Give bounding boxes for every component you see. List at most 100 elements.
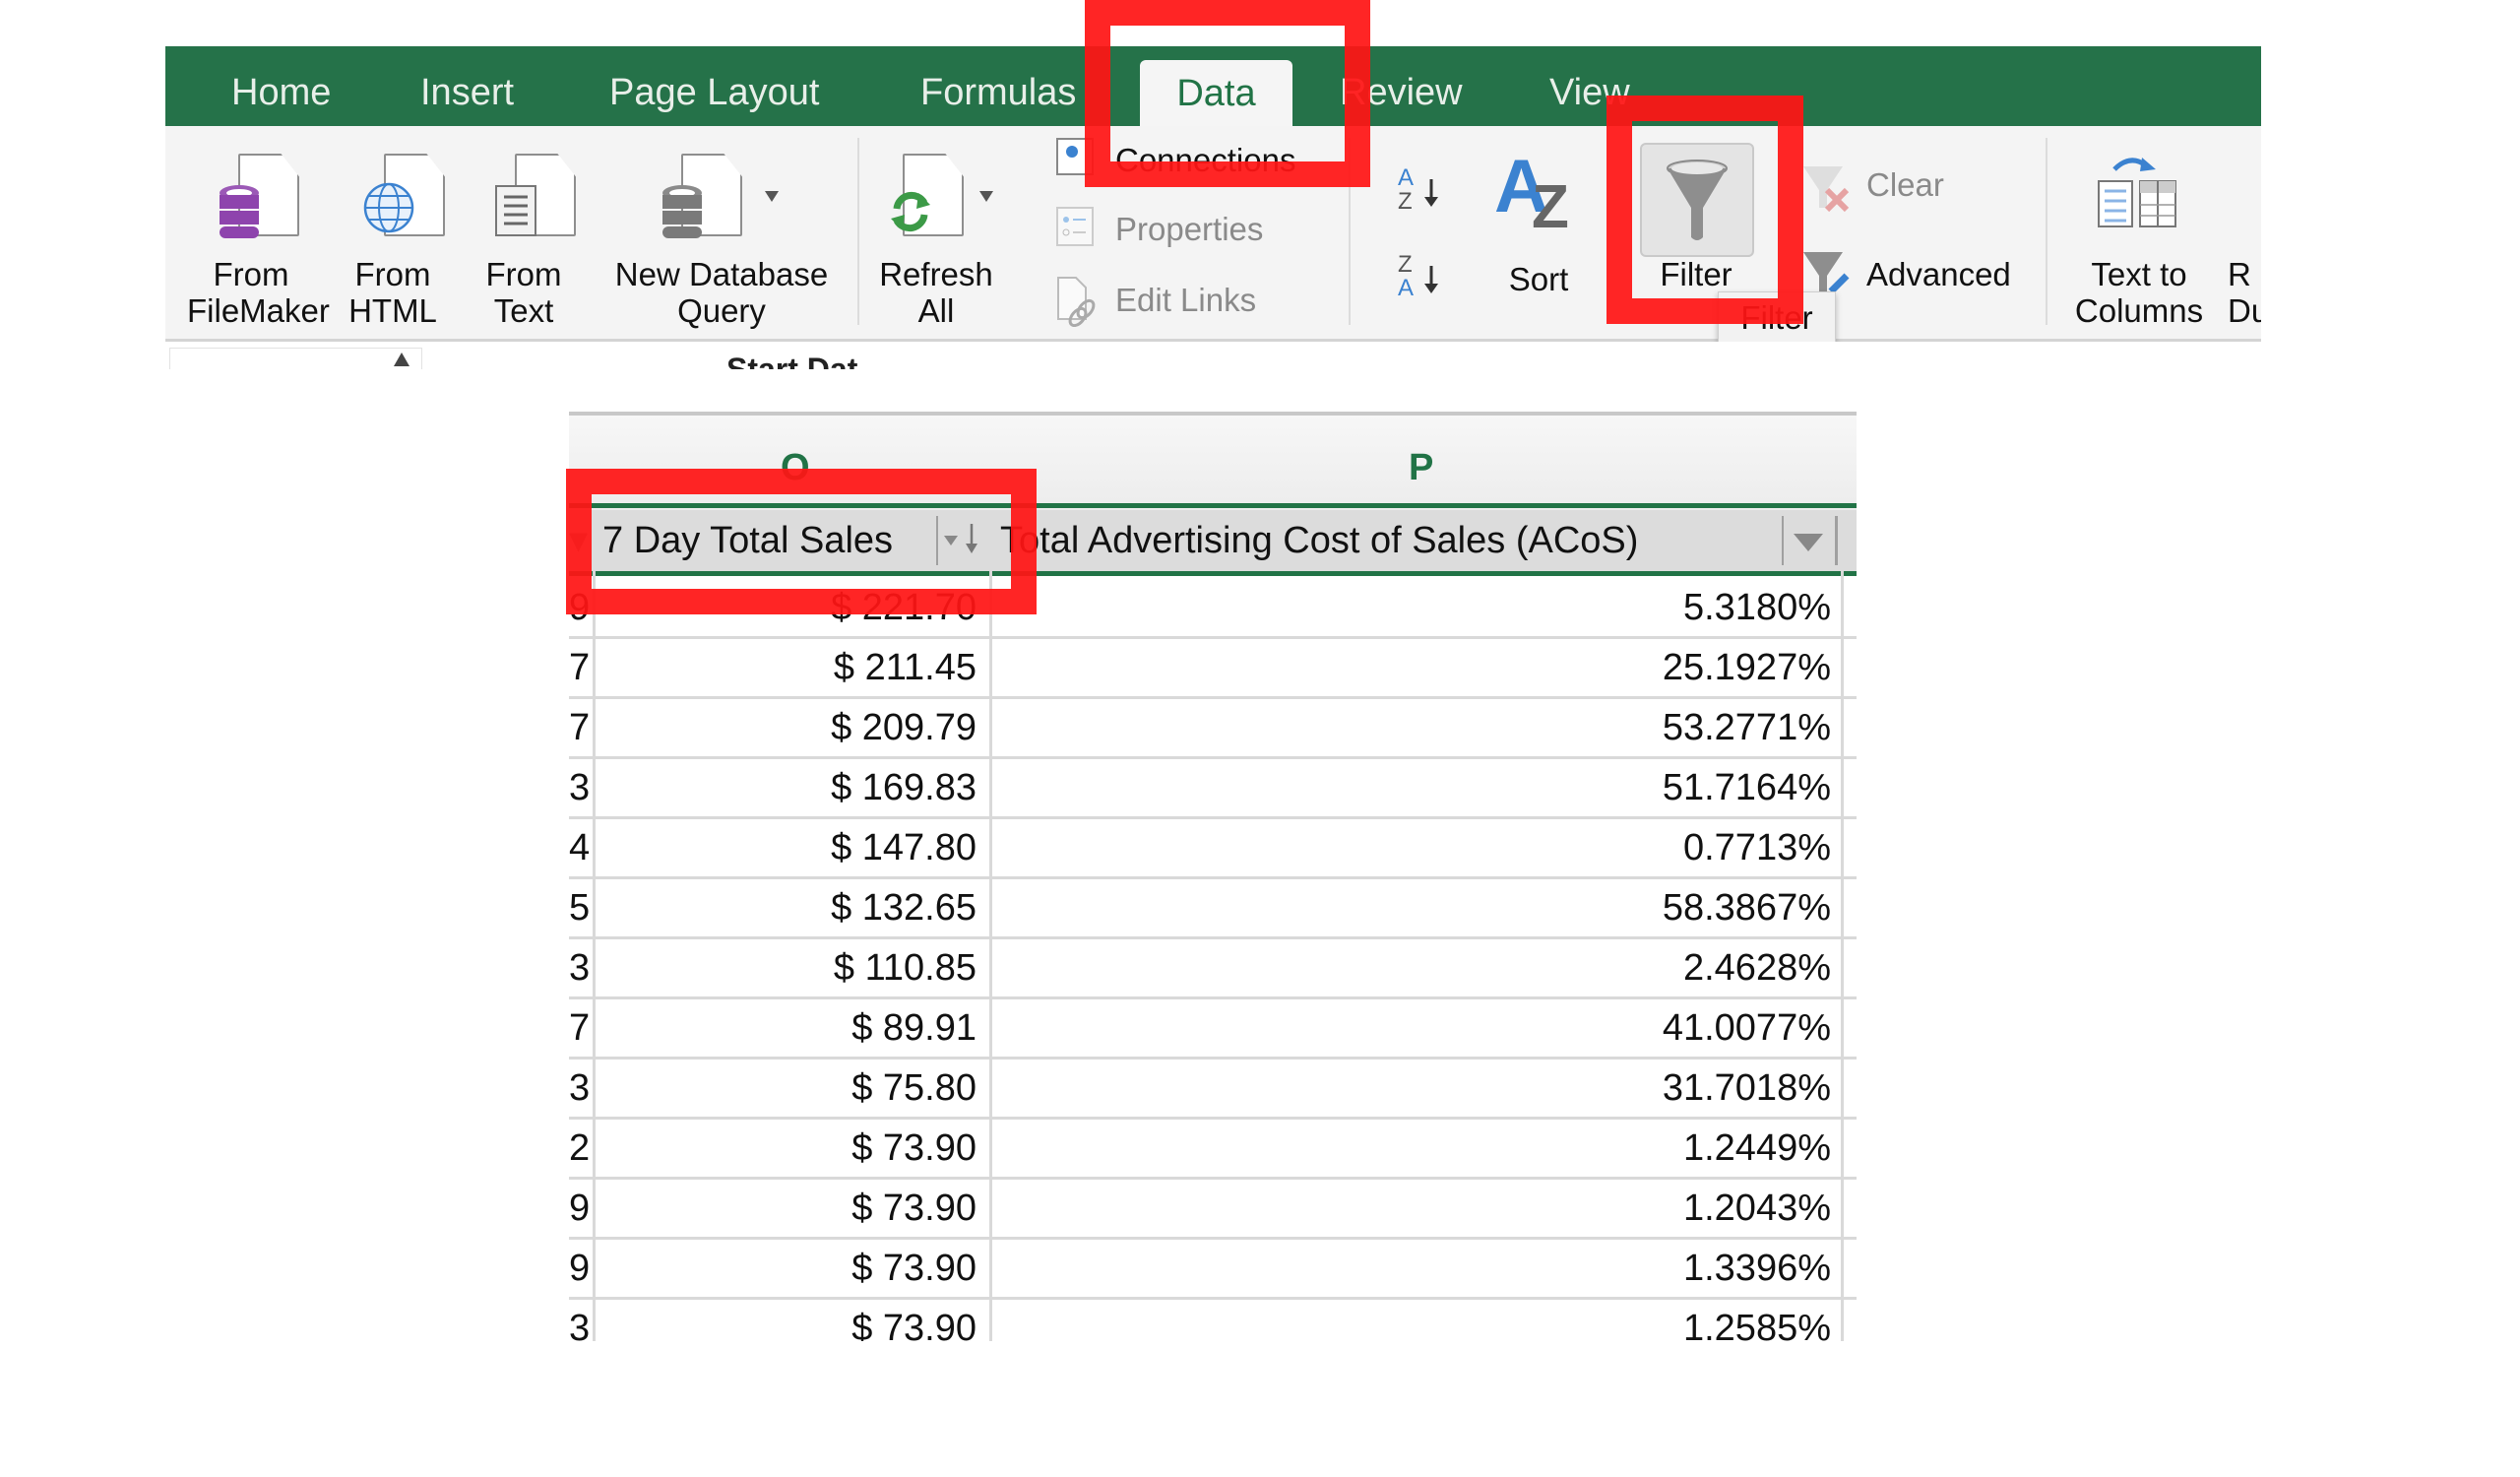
cell-7-day-total-sales[interactable]: $ 132.65 bbox=[598, 876, 976, 936]
table-row: 3 $ 110.85 2.4628% bbox=[569, 936, 1857, 999]
cell-partial-left[interactable]: 7 bbox=[569, 696, 591, 756]
cell-partial-left[interactable]: 4 bbox=[569, 816, 591, 876]
text-to-columns-label-1: Text to bbox=[2091, 256, 2187, 292]
from-text-label-1: From bbox=[485, 256, 562, 292]
cell-acos[interactable]: 41.0077% bbox=[994, 996, 1831, 1057]
header-acos[interactable]: Total Advertising Cost of Sales (ACoS) bbox=[1000, 510, 1670, 571]
edit-links-button: Edit Links bbox=[1056, 276, 1450, 327]
cell-acos[interactable]: 25.1927% bbox=[994, 636, 1831, 696]
cell-acos[interactable]: 5.3180% bbox=[994, 576, 1831, 636]
cell-partial-left[interactable]: 9 bbox=[569, 576, 591, 636]
cell-partial-left[interactable]: 3 bbox=[569, 1297, 591, 1341]
new-database-query-button[interactable] bbox=[660, 154, 788, 242]
text-to-columns-label-2: Columns bbox=[2074, 292, 2204, 329]
properties-button: Properties bbox=[1056, 207, 1450, 252]
cell-7-day-total-sales[interactable]: $ 169.83 bbox=[598, 756, 976, 816]
from-html-label-1: From bbox=[354, 256, 431, 292]
from-text-button[interactable] bbox=[495, 154, 576, 242]
sort-button[interactable]: A Z Sort bbox=[1494, 151, 1593, 318]
from-html-button[interactable] bbox=[362, 154, 445, 242]
cell-acos[interactable]: 0.7713% bbox=[994, 816, 1831, 876]
table-row: 4 $ 147.80 0.7713% bbox=[569, 816, 1857, 879]
cell-7-day-total-sales[interactable]: $ 73.90 bbox=[598, 1297, 976, 1341]
column-header-o[interactable]: O bbox=[781, 447, 810, 489]
tab-insert[interactable]: Insert bbox=[420, 46, 514, 126]
column-header-p[interactable]: P bbox=[1409, 447, 1433, 489]
cell-7-day-total-sales[interactable]: $ 73.90 bbox=[598, 1117, 976, 1177]
cell-acos[interactable]: 58.3867% bbox=[994, 876, 1831, 936]
cell-partial-left[interactable]: 3 bbox=[569, 936, 591, 996]
cell-7-day-total-sales[interactable]: $ 209.79 bbox=[598, 696, 976, 756]
cell-partial-left[interactable]: 7 bbox=[569, 996, 591, 1057]
filter-label: Filter bbox=[1660, 256, 1732, 292]
cell-partial-left[interactable]: 7 bbox=[569, 636, 591, 696]
sort-descending-filter-button[interactable] bbox=[936, 516, 987, 565]
clear-filter-button: Clear bbox=[1799, 161, 1996, 216]
table-row: 9 $ 73.90 1.3396% bbox=[569, 1237, 1857, 1300]
cell-acos[interactable]: 1.2585% bbox=[994, 1297, 1831, 1341]
cell-acos[interactable]: 31.7018% bbox=[994, 1057, 1831, 1117]
cell-7-day-total-sales[interactable]: $ 221.70 bbox=[598, 576, 976, 636]
ribbon-separator bbox=[857, 138, 859, 325]
text-to-columns-icon bbox=[2098, 158, 2176, 227]
cell-acos[interactable]: 53.2771% bbox=[994, 696, 1831, 756]
header-7-day-total-sales[interactable]: 7 Day Total Sales bbox=[602, 510, 937, 571]
table-row: 3 $ 73.90 1.2585% bbox=[569, 1297, 1857, 1341]
new-database-query-dropdown-arrow[interactable] bbox=[765, 191, 779, 202]
cell-7-day-total-sales[interactable]: $ 73.90 bbox=[598, 1237, 976, 1297]
new-database-query-label-2: Query bbox=[677, 292, 766, 329]
filter-tooltip: Filter bbox=[1718, 291, 1836, 345]
cell-acos[interactable]: 2.4628% bbox=[994, 936, 1831, 996]
tab-formulas[interactable]: Formulas bbox=[920, 46, 1076, 126]
filter-dropdown-icon bbox=[1794, 534, 1823, 551]
cell-7-day-total-sales[interactable]: $ 89.91 bbox=[598, 996, 976, 1057]
properties-label: Properties bbox=[1115, 211, 1264, 247]
cell-acos[interactable]: 1.2043% bbox=[994, 1177, 1831, 1237]
tab-home[interactable]: Home bbox=[231, 46, 331, 126]
sort-label: Sort bbox=[1508, 261, 1569, 297]
cell-acos[interactable]: 1.3396% bbox=[994, 1237, 1831, 1297]
cell-partial-left[interactable]: 3 bbox=[569, 1057, 591, 1117]
text-document-icon bbox=[495, 185, 536, 236]
cell-partial-left[interactable]: 3 bbox=[569, 756, 591, 816]
cell-acos[interactable]: 1.2449% bbox=[994, 1117, 1831, 1177]
header-divider bbox=[1835, 516, 1838, 565]
sort-descending-button[interactable]: Z A bbox=[1396, 250, 1455, 309]
table-row: 5 $ 132.65 58.3867% bbox=[569, 876, 1857, 939]
refresh-all-button[interactable] bbox=[889, 154, 997, 242]
cell-7-day-total-sales[interactable]: $ 110.85 bbox=[598, 936, 976, 996]
refresh-all-dropdown-arrow[interactable] bbox=[979, 191, 993, 202]
cell-7-day-total-sales[interactable]: $ 75.80 bbox=[598, 1057, 976, 1117]
from-text-label-2: Text bbox=[493, 292, 554, 329]
ribbon-separator bbox=[2046, 138, 2048, 325]
cell-7-day-total-sales[interactable]: $ 73.90 bbox=[598, 1177, 976, 1237]
table-header-row: ▾ 7 Day Total Sales Total Advertising Co… bbox=[569, 510, 1857, 571]
header-cell-partial: ▾ bbox=[569, 520, 589, 561]
tab-page-layout[interactable]: Page Layout bbox=[609, 46, 819, 126]
spreadsheet-grid: O P ▾ 7 Day Total Sales Total Advertisin… bbox=[569, 412, 1857, 1341]
cell-acos[interactable]: 51.7164% bbox=[994, 756, 1831, 816]
svg-text:Z: Z bbox=[1398, 251, 1413, 278]
tab-review[interactable]: Review bbox=[1340, 46, 1463, 126]
column-header-strip: O P bbox=[569, 412, 1857, 510]
cell-7-day-total-sales[interactable]: $ 211.45 bbox=[598, 636, 976, 696]
formula-bar-content[interactable]: Start Dat bbox=[726, 352, 857, 369]
from-filemaker-button[interactable] bbox=[217, 154, 299, 242]
name-box[interactable] bbox=[169, 348, 422, 369]
tab-view[interactable]: View bbox=[1549, 46, 1630, 126]
filter-button[interactable] bbox=[1640, 143, 1754, 257]
connections-button[interactable]: Connections bbox=[1056, 138, 1450, 183]
cell-7-day-total-sales[interactable]: $ 147.80 bbox=[598, 816, 976, 876]
cell-partial-left[interactable]: 9 bbox=[569, 1237, 591, 1297]
tab-data[interactable]: Data bbox=[1140, 60, 1292, 126]
new-database-query-label-1: New Database bbox=[614, 256, 829, 292]
remove-duplicates-button[interactable]: R Du bbox=[2228, 256, 2261, 329]
cell-partial-left[interactable]: 5 bbox=[569, 876, 591, 936]
table-row: 7 $ 89.91 41.0077% bbox=[569, 996, 1857, 1060]
cell-partial-left[interactable]: 2 bbox=[569, 1117, 591, 1177]
cell-partial-left[interactable]: 9 bbox=[569, 1177, 591, 1237]
acos-filter-button[interactable] bbox=[1782, 516, 1833, 565]
sort-ascending-button[interactable]: A Z bbox=[1396, 163, 1455, 223]
text-to-columns-button[interactable] bbox=[2095, 154, 2183, 242]
database-purple-icon bbox=[220, 185, 259, 238]
